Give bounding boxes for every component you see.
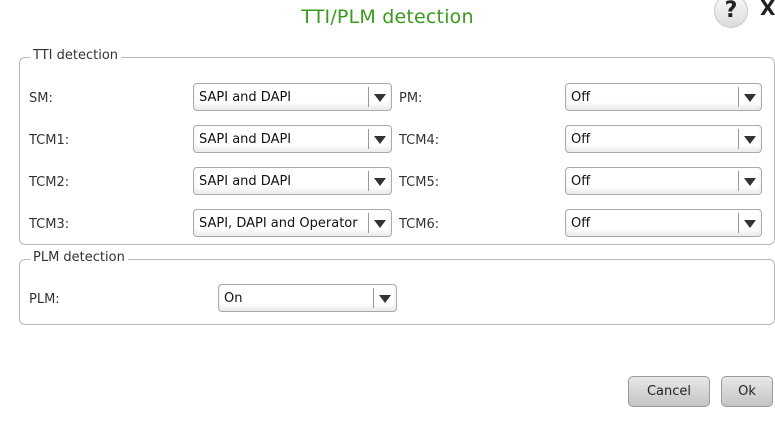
plm-label: PLM: bbox=[29, 292, 60, 307]
chevron-down-icon bbox=[374, 220, 386, 228]
chevron-down-icon bbox=[744, 178, 756, 186]
chevron-down-icon bbox=[744, 220, 756, 228]
tcm3-label: TCM3: bbox=[29, 217, 70, 232]
tti-detection-group: TTI detection SM: SAPI and DAPI PM: Off … bbox=[19, 48, 775, 245]
tcm5-label: TCM5: bbox=[399, 175, 440, 190]
tcm6-dropdown[interactable]: Off bbox=[565, 209, 762, 237]
tcm4-label: TCM4: bbox=[399, 133, 440, 148]
tcm3-value: SAPI, DAPI and Operator bbox=[199, 216, 358, 231]
tcm6-value: Off bbox=[571, 216, 591, 231]
pm-dropdown[interactable]: Off bbox=[565, 83, 762, 111]
plm-value: On bbox=[224, 291, 243, 306]
chevron-down-icon bbox=[744, 136, 756, 144]
pm-value: Off bbox=[571, 90, 591, 105]
chevron-down-icon bbox=[744, 94, 756, 102]
tcm5-value: Off bbox=[571, 174, 591, 189]
tcm2-value: SAPI and DAPI bbox=[199, 174, 292, 189]
sm-label: SM: bbox=[29, 91, 53, 106]
ok-button[interactable]: Ok bbox=[721, 376, 773, 407]
tcm4-value: Off bbox=[571, 132, 591, 147]
sm-value: SAPI and DAPI bbox=[199, 90, 292, 105]
tcm2-label: TCM2: bbox=[29, 175, 70, 190]
chevron-down-icon bbox=[379, 295, 391, 303]
tcm3-dropdown[interactable]: SAPI, DAPI and Operator bbox=[193, 209, 392, 237]
chevron-down-icon bbox=[374, 178, 386, 186]
plm-dropdown[interactable]: On bbox=[218, 284, 397, 312]
help-icon: ? bbox=[724, 0, 738, 23]
tcm4-dropdown[interactable]: Off bbox=[565, 125, 762, 153]
sm-dropdown[interactable]: SAPI and DAPI bbox=[193, 83, 392, 111]
tcm1-dropdown[interactable]: SAPI and DAPI bbox=[193, 125, 392, 153]
tcm6-label: TCM6: bbox=[399, 217, 440, 232]
chevron-down-icon bbox=[374, 136, 386, 144]
tcm1-label: TCM1: bbox=[29, 133, 70, 148]
plm-detection-group: PLM detection PLM: On bbox=[19, 250, 775, 325]
cancel-button[interactable]: Cancel bbox=[628, 376, 710, 407]
dialog-title: TTI/PLM detection bbox=[301, 6, 474, 28]
pm-label: PM: bbox=[399, 91, 423, 106]
close-icon[interactable]: X bbox=[760, 0, 775, 20]
tcm1-value: SAPI and DAPI bbox=[199, 132, 292, 147]
tcm2-dropdown[interactable]: SAPI and DAPI bbox=[193, 167, 392, 195]
tcm5-dropdown[interactable]: Off bbox=[565, 167, 762, 195]
chevron-down-icon bbox=[374, 94, 386, 102]
plm-detection-legend: PLM detection bbox=[30, 250, 128, 265]
tti-detection-legend: TTI detection bbox=[30, 48, 122, 63]
